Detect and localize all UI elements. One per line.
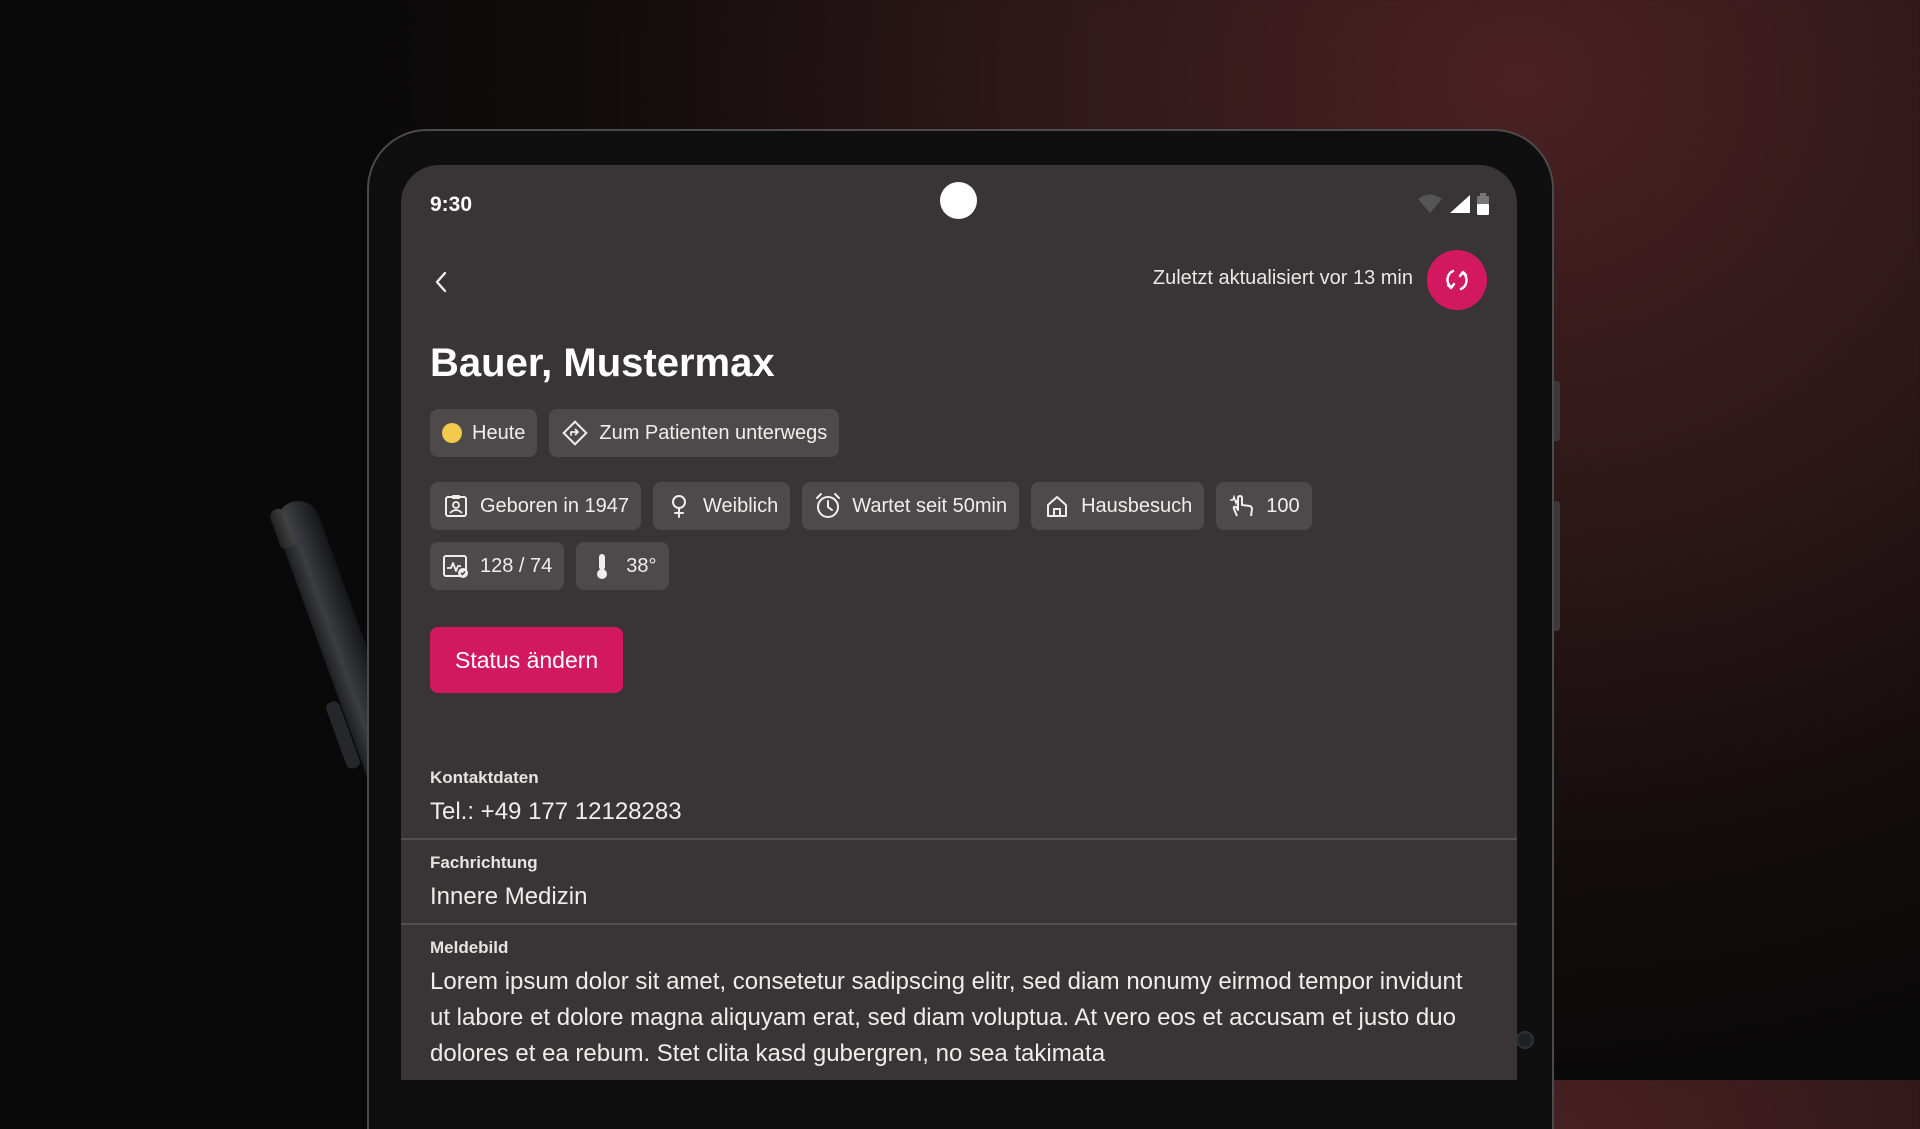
contact-phone[interactable]: Tel.: +49 177 12128283: [430, 794, 1488, 830]
chevron-left-icon: [435, 271, 447, 293]
chip-gender: Weiblich: [653, 482, 791, 530]
blood-pressure-icon: [442, 552, 470, 580]
change-status-button[interactable]: Status ändern: [430, 627, 624, 693]
chip-pulse: 100: [1216, 482, 1312, 530]
battery-icon: [1477, 193, 1489, 215]
app-screen: 9:30 Zuletzt aktualisiert vor 13 min Bau…: [401, 165, 1517, 1080]
contact-label: Kontaktdaten: [430, 768, 539, 787]
pulse-hand-icon: [1228, 492, 1256, 520]
chip-label: Weiblich: [703, 494, 779, 517]
id-card-icon: [442, 492, 470, 520]
sensor-dot: [1516, 1031, 1534, 1049]
patient-name: Bauer, Mustermax: [430, 341, 775, 385]
divider: [401, 838, 1517, 840]
tag-en-route: Zum Patienten unterwegs: [549, 409, 840, 457]
route-icon: [561, 419, 589, 447]
report-section: Meldebild Lorem ipsum dolor sit amet, co…: [401, 938, 1517, 1072]
home-icon: [1043, 492, 1071, 520]
status-tags: Heute Zum Patienten unterwegs: [430, 409, 840, 457]
volume-button: [1554, 381, 1560, 441]
specialty-value: Innere Medizin: [430, 883, 588, 910]
chip-birth-year: Geboren in 1947: [430, 482, 642, 530]
female-icon: [665, 492, 693, 520]
chip-temperature: 38°: [576, 542, 669, 590]
refresh-icon: [1446, 269, 1468, 291]
thermometer-icon: [588, 552, 616, 580]
system-status-bar: 9:30: [401, 165, 1517, 235]
divider: [401, 923, 1517, 925]
specialty-label: Fachrichtung: [430, 853, 538, 872]
patient-vitals-chips: 128 / 74 38°: [430, 542, 669, 590]
chip-label: Hausbesuch: [1081, 494, 1193, 517]
app-top-bar: Zuletzt aktualisiert vor 13 min: [401, 247, 1517, 313]
chip-waiting-time: Wartet seit 50min: [802, 482, 1020, 530]
chip-label: Wartet seit 50min: [852, 494, 1008, 517]
system-icons: [1417, 193, 1489, 215]
chip-visit-type: Hausbesuch: [1031, 482, 1205, 530]
tag-today: Heute: [430, 409, 538, 457]
refresh-button[interactable]: [1427, 250, 1487, 310]
alarm-clock-icon: [814, 492, 842, 520]
front-camera: [940, 182, 977, 219]
contact-section: Kontaktdaten Tel.: +49 177 12128283: [401, 768, 1517, 830]
specialty-section: Fachrichtung Innere Medizin: [401, 853, 1517, 915]
patient-info-chips: Geboren in 1947 Weiblich Wartet seit 50m…: [430, 482, 1312, 530]
tag-label: Heute: [472, 421, 526, 444]
wifi-icon: [1418, 194, 1442, 213]
today-dot-icon: [442, 423, 462, 443]
power-button: [1554, 501, 1560, 631]
report-label: Meldebild: [430, 938, 509, 957]
chip-label: 100: [1266, 494, 1300, 517]
signal-icon: [1450, 195, 1470, 213]
report-text: Lorem ipsum dolor sit amet, consetetur s…: [430, 968, 1463, 1067]
last-updated-text: Zuletzt aktualisiert vor 13 min: [1152, 267, 1413, 289]
chip-label: 128 / 74: [480, 554, 553, 577]
chip-blood-pressure: 128 / 74: [430, 542, 565, 590]
tag-label: Zum Patienten unterwegs: [599, 421, 828, 444]
chip-label: 38°: [626, 554, 657, 577]
chip-label: Geboren in 1947: [480, 494, 630, 517]
back-button[interactable]: [423, 264, 459, 300]
clock: 9:30: [430, 193, 473, 216]
